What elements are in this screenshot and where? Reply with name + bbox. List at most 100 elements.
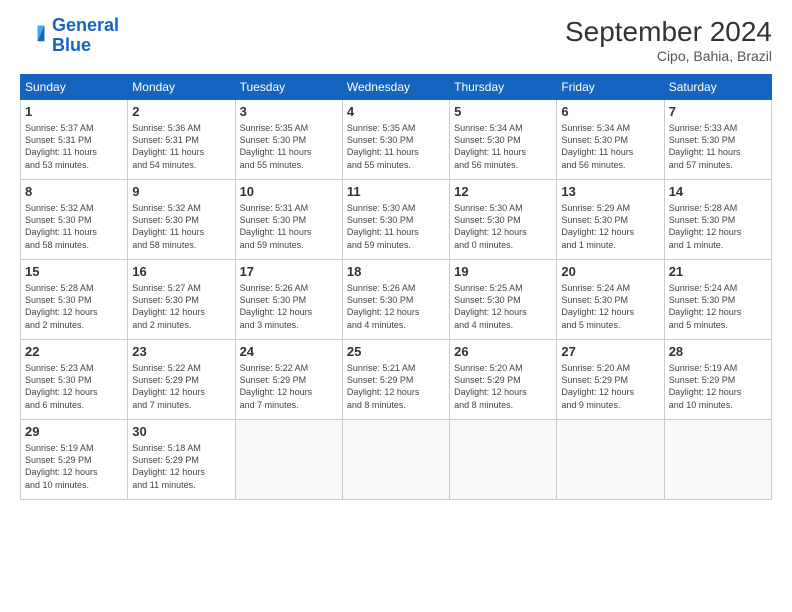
- calendar-cell: 7Sunrise: 5:33 AM Sunset: 5:30 PM Daylig…: [664, 100, 771, 180]
- calendar-cell: 21Sunrise: 5:24 AM Sunset: 5:30 PM Dayli…: [664, 260, 771, 340]
- calendar-table: Sunday Monday Tuesday Wednesday Thursday…: [20, 74, 772, 500]
- calendar-cell: [664, 420, 771, 500]
- day-number: 21: [669, 263, 767, 281]
- calendar-cell: 2Sunrise: 5:36 AM Sunset: 5:31 PM Daylig…: [128, 100, 235, 180]
- day-number: 9: [132, 183, 230, 201]
- day-info: Sunrise: 5:35 AM Sunset: 5:30 PM Dayligh…: [240, 122, 338, 171]
- day-info: Sunrise: 5:32 AM Sunset: 5:30 PM Dayligh…: [132, 202, 230, 251]
- calendar-cell: 5Sunrise: 5:34 AM Sunset: 5:30 PM Daylig…: [450, 100, 557, 180]
- calendar-cell: 19Sunrise: 5:25 AM Sunset: 5:30 PM Dayli…: [450, 260, 557, 340]
- calendar-cell: 23Sunrise: 5:22 AM Sunset: 5:29 PM Dayli…: [128, 340, 235, 420]
- day-number: 13: [561, 183, 659, 201]
- calendar-cell: 24Sunrise: 5:22 AM Sunset: 5:29 PM Dayli…: [235, 340, 342, 420]
- calendar-cell: 1Sunrise: 5:37 AM Sunset: 5:31 PM Daylig…: [21, 100, 128, 180]
- calendar-body: 1Sunrise: 5:37 AM Sunset: 5:31 PM Daylig…: [21, 100, 772, 500]
- day-info: Sunrise: 5:24 AM Sunset: 5:30 PM Dayligh…: [669, 282, 767, 331]
- day-number: 16: [132, 263, 230, 281]
- day-info: Sunrise: 5:30 AM Sunset: 5:30 PM Dayligh…: [454, 202, 552, 251]
- day-info: Sunrise: 5:37 AM Sunset: 5:31 PM Dayligh…: [25, 122, 123, 171]
- day-number: 18: [347, 263, 445, 281]
- day-number: 4: [347, 103, 445, 121]
- day-number: 2: [132, 103, 230, 121]
- day-number: 15: [25, 263, 123, 281]
- calendar-week-1: 8Sunrise: 5:32 AM Sunset: 5:30 PM Daylig…: [21, 180, 772, 260]
- calendar-cell: 9Sunrise: 5:32 AM Sunset: 5:30 PM Daylig…: [128, 180, 235, 260]
- day-info: Sunrise: 5:24 AM Sunset: 5:30 PM Dayligh…: [561, 282, 659, 331]
- day-number: 28: [669, 343, 767, 361]
- calendar-cell: 30Sunrise: 5:18 AM Sunset: 5:29 PM Dayli…: [128, 420, 235, 500]
- day-number: 19: [454, 263, 552, 281]
- day-info: Sunrise: 5:23 AM Sunset: 5:30 PM Dayligh…: [25, 362, 123, 411]
- logo-icon: [20, 22, 48, 50]
- calendar-week-2: 15Sunrise: 5:28 AM Sunset: 5:30 PM Dayli…: [21, 260, 772, 340]
- day-number: 24: [240, 343, 338, 361]
- day-info: Sunrise: 5:28 AM Sunset: 5:30 PM Dayligh…: [669, 202, 767, 251]
- header: General Blue September 2024 Cipo, Bahia,…: [20, 16, 772, 64]
- calendar-week-3: 22Sunrise: 5:23 AM Sunset: 5:30 PM Dayli…: [21, 340, 772, 420]
- day-number: 20: [561, 263, 659, 281]
- calendar-cell: [557, 420, 664, 500]
- day-number: 10: [240, 183, 338, 201]
- logo: General Blue: [20, 16, 119, 56]
- day-number: 8: [25, 183, 123, 201]
- day-number: 6: [561, 103, 659, 121]
- logo-general: General: [52, 15, 119, 35]
- day-number: 30: [132, 423, 230, 441]
- day-info: Sunrise: 5:34 AM Sunset: 5:30 PM Dayligh…: [454, 122, 552, 171]
- calendar-cell: 4Sunrise: 5:35 AM Sunset: 5:30 PM Daylig…: [342, 100, 449, 180]
- day-info: Sunrise: 5:34 AM Sunset: 5:30 PM Dayligh…: [561, 122, 659, 171]
- location: Cipo, Bahia, Brazil: [565, 48, 772, 64]
- day-info: Sunrise: 5:19 AM Sunset: 5:29 PM Dayligh…: [669, 362, 767, 411]
- month-title: September 2024: [565, 16, 772, 48]
- calendar-cell: 12Sunrise: 5:30 AM Sunset: 5:30 PM Dayli…: [450, 180, 557, 260]
- day-info: Sunrise: 5:25 AM Sunset: 5:30 PM Dayligh…: [454, 282, 552, 331]
- col-saturday: Saturday: [664, 75, 771, 100]
- calendar-cell: 16Sunrise: 5:27 AM Sunset: 5:30 PM Dayli…: [128, 260, 235, 340]
- day-info: Sunrise: 5:18 AM Sunset: 5:29 PM Dayligh…: [132, 442, 230, 491]
- day-number: 14: [669, 183, 767, 201]
- day-number: 11: [347, 183, 445, 201]
- title-block: September 2024 Cipo, Bahia, Brazil: [565, 16, 772, 64]
- day-number: 7: [669, 103, 767, 121]
- day-info: Sunrise: 5:22 AM Sunset: 5:29 PM Dayligh…: [132, 362, 230, 411]
- day-info: Sunrise: 5:26 AM Sunset: 5:30 PM Dayligh…: [347, 282, 445, 331]
- calendar-cell: 17Sunrise: 5:26 AM Sunset: 5:30 PM Dayli…: [235, 260, 342, 340]
- calendar-cell: 29Sunrise: 5:19 AM Sunset: 5:29 PM Dayli…: [21, 420, 128, 500]
- day-number: 27: [561, 343, 659, 361]
- calendar-cell: 13Sunrise: 5:29 AM Sunset: 5:30 PM Dayli…: [557, 180, 664, 260]
- day-info: Sunrise: 5:29 AM Sunset: 5:30 PM Dayligh…: [561, 202, 659, 251]
- col-sunday: Sunday: [21, 75, 128, 100]
- day-number: 5: [454, 103, 552, 121]
- day-number: 17: [240, 263, 338, 281]
- calendar-cell: 3Sunrise: 5:35 AM Sunset: 5:30 PM Daylig…: [235, 100, 342, 180]
- logo-text: General Blue: [52, 16, 119, 56]
- calendar-cell: [235, 420, 342, 500]
- calendar-cell: 10Sunrise: 5:31 AM Sunset: 5:30 PM Dayli…: [235, 180, 342, 260]
- calendar-cell: 11Sunrise: 5:30 AM Sunset: 5:30 PM Dayli…: [342, 180, 449, 260]
- calendar-cell: 14Sunrise: 5:28 AM Sunset: 5:30 PM Dayli…: [664, 180, 771, 260]
- calendar-cell: 25Sunrise: 5:21 AM Sunset: 5:29 PM Dayli…: [342, 340, 449, 420]
- calendar-cell: 18Sunrise: 5:26 AM Sunset: 5:30 PM Dayli…: [342, 260, 449, 340]
- calendar-cell: 20Sunrise: 5:24 AM Sunset: 5:30 PM Dayli…: [557, 260, 664, 340]
- col-thursday: Thursday: [450, 75, 557, 100]
- day-number: 1: [25, 103, 123, 121]
- calendar-week-4: 29Sunrise: 5:19 AM Sunset: 5:29 PM Dayli…: [21, 420, 772, 500]
- calendar-cell: 28Sunrise: 5:19 AM Sunset: 5:29 PM Dayli…: [664, 340, 771, 420]
- day-number: 29: [25, 423, 123, 441]
- day-number: 12: [454, 183, 552, 201]
- day-info: Sunrise: 5:20 AM Sunset: 5:29 PM Dayligh…: [561, 362, 659, 411]
- calendar-cell: 22Sunrise: 5:23 AM Sunset: 5:30 PM Dayli…: [21, 340, 128, 420]
- calendar-week-0: 1Sunrise: 5:37 AM Sunset: 5:31 PM Daylig…: [21, 100, 772, 180]
- calendar-cell: [342, 420, 449, 500]
- day-info: Sunrise: 5:20 AM Sunset: 5:29 PM Dayligh…: [454, 362, 552, 411]
- day-info: Sunrise: 5:32 AM Sunset: 5:30 PM Dayligh…: [25, 202, 123, 251]
- day-info: Sunrise: 5:22 AM Sunset: 5:29 PM Dayligh…: [240, 362, 338, 411]
- day-info: Sunrise: 5:31 AM Sunset: 5:30 PM Dayligh…: [240, 202, 338, 251]
- calendar-cell: 15Sunrise: 5:28 AM Sunset: 5:30 PM Dayli…: [21, 260, 128, 340]
- day-number: 26: [454, 343, 552, 361]
- calendar-cell: 26Sunrise: 5:20 AM Sunset: 5:29 PM Dayli…: [450, 340, 557, 420]
- day-info: Sunrise: 5:35 AM Sunset: 5:30 PM Dayligh…: [347, 122, 445, 171]
- header-row: Sunday Monday Tuesday Wednesday Thursday…: [21, 75, 772, 100]
- day-number: 23: [132, 343, 230, 361]
- col-monday: Monday: [128, 75, 235, 100]
